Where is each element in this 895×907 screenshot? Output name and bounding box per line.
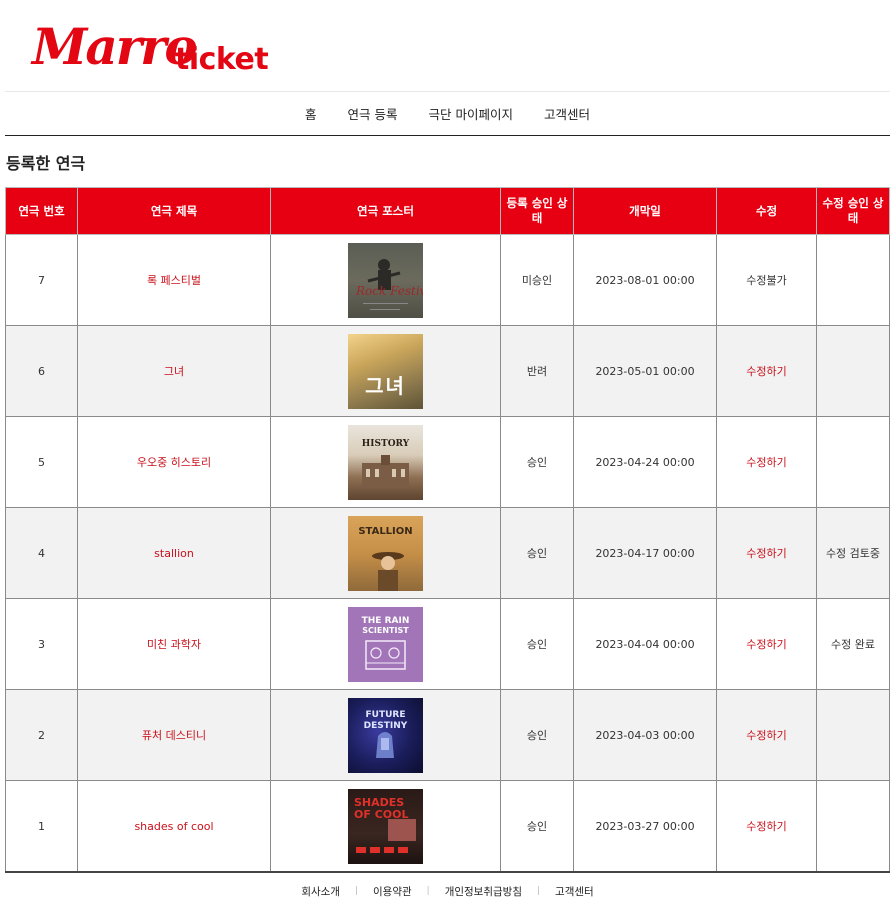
play-number: 2	[5, 689, 78, 781]
table-row: 2 퓨처 데스티니 FUTURE DESTINY 승인 2023-04-03 0…	[5, 689, 890, 781]
table-row: 4 stallion STALLION 승인 2023-04-17 00:00 …	[5, 507, 890, 599]
play-number: 7	[5, 234, 78, 326]
table-row: 7 록 페스티벌 Rock Festival 미승인 2023-08-01 00…	[5, 234, 890, 326]
nav-divider	[5, 135, 890, 136]
header-opening-date: 개막일	[573, 187, 717, 235]
play-number: 5	[5, 416, 78, 508]
rain-scientist-art	[365, 639, 406, 670]
edit-approval-status: 수정 완료	[816, 598, 890, 690]
her-poster-title: 그녀	[365, 373, 406, 398]
edit-link[interactable]: 수정하기	[746, 729, 786, 742]
history-building-art	[362, 454, 409, 487]
edit-link[interactable]: 수정하기	[746, 365, 786, 378]
edit-approval-status: 수정 검토중	[816, 507, 890, 599]
play-number: 1	[5, 780, 78, 872]
play-number: 3	[5, 598, 78, 690]
edit-approval-status	[816, 325, 890, 417]
edit-approval-status	[816, 234, 890, 326]
shades-of-cool-poster[interactable]: SHADES OF COOL	[348, 788, 423, 864]
footer-links: 회사소개 | 이용약관 | 개인정보취급방침 | 고객센터	[0, 880, 895, 902]
nav-register-play[interactable]: 연극 등록	[348, 104, 398, 123]
edit-approval-status	[816, 689, 890, 781]
logo-ticket-text: ticket	[175, 42, 269, 77]
brand-logo[interactable]: Marro ticket	[32, 18, 272, 80]
play-title-link[interactable]: 그녀	[164, 365, 184, 378]
play-title-link[interactable]: stallion	[154, 547, 194, 560]
play-title-link[interactable]: 퓨처 데스티니	[142, 729, 206, 742]
footer-divider	[5, 871, 890, 873]
approval-status: 미승인	[500, 234, 574, 326]
edit-link[interactable]: 수정하기	[746, 456, 786, 469]
play-title-link[interactable]: 우오중 히스토리	[137, 456, 211, 469]
registered-plays-table: 연극 번호 연극 제목 연극 포스터 등록 승인 상태 개막일 수정 수정 승인…	[5, 187, 890, 872]
stallion-poster[interactable]: STALLION	[348, 515, 423, 591]
opening-date: 2023-04-24 00:00	[573, 416, 717, 508]
approval-status: 반려	[500, 325, 574, 417]
shades-of-cool-art	[356, 818, 416, 853]
approval-status: 승인	[500, 416, 574, 508]
edit-link[interactable]: 수정하기	[746, 638, 786, 651]
rock-festival-poster[interactable]: Rock Festival	[348, 242, 423, 318]
rain-scientist-poster[interactable]: THE RAIN SCIENTIST	[348, 606, 423, 682]
header-play-number: 연극 번호	[5, 187, 78, 235]
svg-text:Rock Festival: Rock Festival	[355, 284, 423, 298]
nav-customer-center[interactable]: 고객센터	[544, 104, 590, 123]
approval-status: 승인	[500, 780, 574, 872]
opening-date: 2023-03-27 00:00	[573, 780, 717, 872]
nav-home[interactable]: 홈	[305, 104, 317, 123]
table-row: 1 shades of cool SHADES OF COOL 승인 2023-…	[5, 780, 890, 872]
edit-unavailable: 수정불가	[716, 234, 817, 326]
approval-status: 승인	[500, 598, 574, 690]
header-approval-status: 등록 승인 상태	[500, 187, 574, 235]
play-number: 6	[5, 325, 78, 417]
header-edit: 수정	[716, 187, 817, 235]
approval-status: 승인	[500, 507, 574, 599]
rock-festival-art: Rock Festival	[355, 258, 423, 310]
header-play-poster: 연극 포스터	[270, 187, 501, 235]
footer-terms[interactable]: 이용약관	[358, 884, 427, 899]
header-edit-approval-status: 수정 승인 상태	[816, 187, 890, 235]
table-header-row: 연극 번호 연극 제목 연극 포스터 등록 승인 상태 개막일 수정 수정 승인…	[5, 187, 890, 235]
table-row: 3 미친 과학자 THE RAIN SCIENTIST 승인 2023-04-0…	[5, 598, 890, 690]
opening-date: 2023-05-01 00:00	[573, 325, 717, 417]
edit-link[interactable]: 수정하기	[746, 820, 786, 833]
table-row: 5 우오중 히스토리 HISTORY 승인 2023-04-24 00:00 수…	[5, 416, 890, 508]
header-play-title: 연극 제목	[77, 187, 271, 235]
edit-link[interactable]: 수정하기	[746, 547, 786, 560]
table-row: 6 그녀 그녀 반려 2023-05-01 00:00 수정하기	[5, 325, 890, 417]
approval-status: 승인	[500, 689, 574, 781]
logo-script-text: Marro	[32, 17, 198, 76]
future-destiny-poster[interactable]: FUTURE DESTINY	[348, 697, 423, 773]
footer-customer-center[interactable]: 고객센터	[540, 884, 609, 899]
opening-date: 2023-08-01 00:00	[573, 234, 717, 326]
play-title-link[interactable]: shades of cool	[134, 820, 213, 833]
footer-privacy-policy[interactable]: 개인정보취급방침	[430, 884, 537, 899]
future-destiny-art	[376, 731, 394, 758]
opening-date: 2023-04-03 00:00	[573, 689, 717, 781]
edit-approval-status	[816, 416, 890, 508]
play-title-link[interactable]: 미친 과학자	[147, 638, 201, 651]
main-nav: 홈 연극 등록 극단 마이페이지 고객센터	[0, 92, 895, 135]
play-title-link[interactable]: 록 페스티벌	[147, 274, 201, 287]
history-poster[interactable]: HISTORY	[348, 424, 423, 500]
page-title: 등록한 연극	[6, 154, 86, 173]
nav-troupe-mypage[interactable]: 극단 마이페이지	[429, 104, 513, 123]
edit-approval-status	[816, 780, 890, 872]
her-poster[interactable]: 그녀	[348, 333, 423, 409]
stallion-figure-art	[372, 551, 404, 591]
footer-company-info[interactable]: 회사소개	[286, 884, 355, 899]
opening-date: 2023-04-17 00:00	[573, 507, 717, 599]
opening-date: 2023-04-04 00:00	[573, 598, 717, 690]
play-number: 4	[5, 507, 78, 599]
